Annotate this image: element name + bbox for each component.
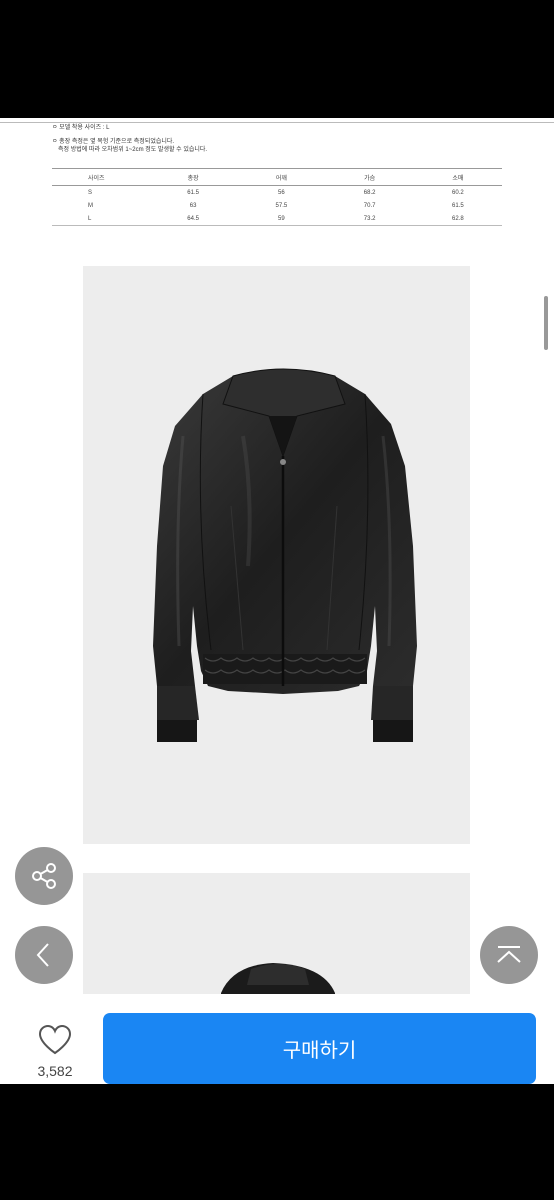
- size-table-header-row: 사이즈 총장 어깨 가슴 소매: [52, 168, 502, 186]
- table-cell: 63: [189, 202, 197, 209]
- product-photo-jacket: [83, 266, 470, 844]
- table-cell: 61.5: [452, 202, 464, 209]
- header-length: 총장: [149, 168, 238, 186]
- like-count: 3,582: [37, 1063, 73, 1079]
- table-cell: 62.8: [413, 212, 502, 226]
- home-indicator-area: [0, 1084, 554, 1200]
- header-shoulder: 어깨: [237, 168, 326, 186]
- product-detail-page[interactable]: ㅇ 모델 착용 사이즈 : L ㅇ 총장 측정은 옆 목헝 기준으로 측정되었습…: [0, 118, 554, 1084]
- table-cell: 60.2: [452, 189, 464, 196]
- header-size: 사이즈: [52, 168, 149, 186]
- like-button[interactable]: 3,582: [28, 1024, 82, 1079]
- table-cell: 56: [278, 189, 285, 196]
- table-cell: 61.5: [187, 189, 199, 196]
- buy-button[interactable]: 구매하기: [103, 1013, 536, 1084]
- header-sleeve: 소매: [413, 168, 502, 186]
- heart-icon: [38, 1024, 72, 1055]
- size-notes: ㅇ 모델 착용 사이즈 : L ㅇ 총장 측정은 옆 목헝 기준으로 측정되었습…: [52, 124, 207, 154]
- scrollbar[interactable]: [544, 296, 548, 350]
- table-row: L 64.5 59 73.2 62.8: [52, 212, 502, 226]
- table-cell: S: [88, 189, 93, 196]
- table-cell: M: [88, 202, 93, 209]
- table-row: M 63 57.5 70.7 61.5: [52, 199, 502, 212]
- leather-jacket-image: [153, 368, 417, 742]
- measure-note-2: 측정 방법에 따라 오차범위 1~2cm 정도 발생할 수 있습니다.: [58, 147, 208, 153]
- status-bar-area: [0, 0, 554, 118]
- scroll-top-icon: [497, 946, 521, 963]
- table-row: S 61.5 56 68.2 60.2: [52, 186, 502, 200]
- table-cell: 59: [237, 212, 326, 226]
- divider: [0, 122, 554, 123]
- bottom-action-bar: 3,582 구매하기: [0, 994, 554, 1084]
- share-button[interactable]: [15, 847, 73, 905]
- table-cell: 68.2: [363, 189, 376, 196]
- table-cell: L: [52, 212, 149, 226]
- table-cell: 57.5: [275, 202, 288, 209]
- scroll-to-top-button[interactable]: [480, 926, 538, 984]
- table-cell: 70.7: [363, 202, 376, 209]
- header-chest: 가슴: [325, 168, 414, 186]
- chevron-left-icon: [36, 943, 49, 967]
- back-button[interactable]: [15, 926, 73, 984]
- measure-note-1: ㅇ 총장 측정은 옆 목헝 기준으로 측정되었습니다.: [52, 139, 175, 145]
- model-size-note: ㅇ 모델 착용 사이즈 : L: [52, 125, 110, 131]
- share-icon: [32, 863, 56, 889]
- table-cell: 64.5: [149, 212, 238, 226]
- table-cell: 73.2: [325, 212, 414, 226]
- size-table: 사이즈 총장 어깨 가슴 소매 S 61.5 56 68.2 60.2 M 63…: [52, 168, 502, 226]
